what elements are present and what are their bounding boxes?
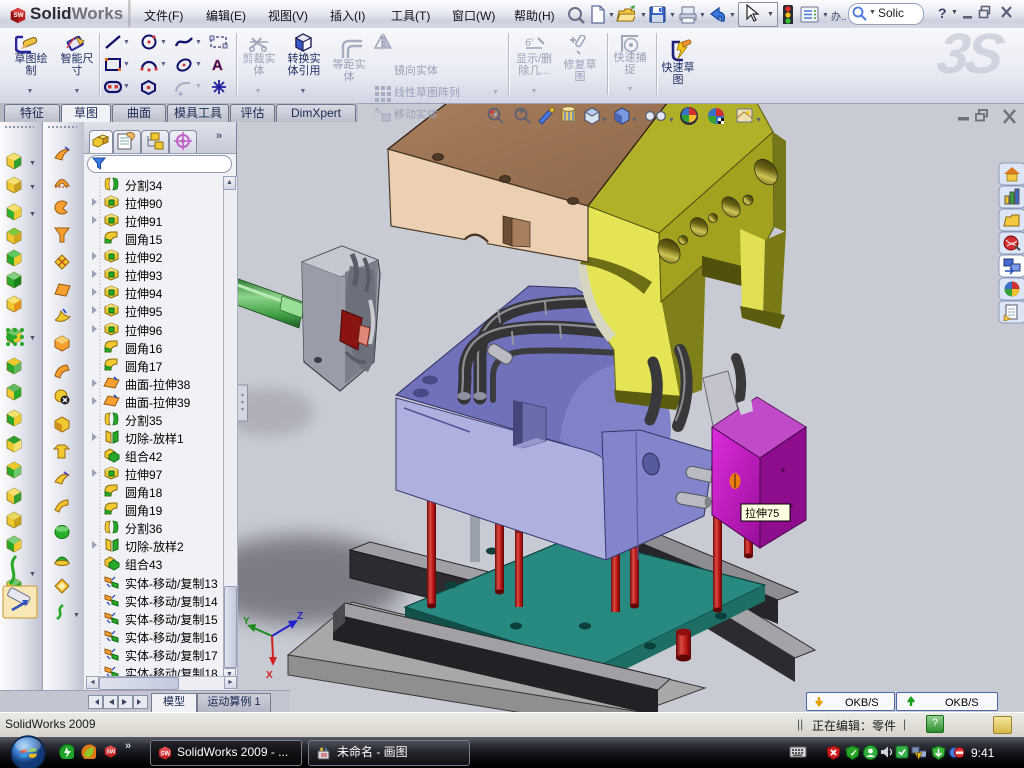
svg-text:SW: SW [106,750,116,756]
svg-text:▼: ▼ [668,117,675,124]
svg-text:▼: ▼ [29,211,36,218]
svg-text:▼: ▼ [29,335,36,342]
svg-text:▼: ▼ [73,612,80,619]
svg-text:▼: ▼ [631,117,638,124]
svg-text:A: A [212,57,223,73]
svg-text:▼: ▼ [755,117,762,124]
svg-text:OKB/S: OKB/S [945,697,979,709]
svg-text:OKB/S: OKB/S [845,697,879,709]
svg-text:▼: ▼ [29,160,36,167]
svg-text:SW: SW [14,12,24,19]
svg-text:▼: ▼ [29,184,36,191]
svg-text:▼: ▼ [601,117,608,124]
svg-text:拉伸75: 拉伸75 [745,506,779,520]
svg-text:✓: ✓ [850,748,858,758]
svg-text:Z: Z [297,611,303,622]
svg-text:!: ! [917,755,919,761]
svg-text:Y: Y [243,616,250,627]
svg-text:X: X [266,670,273,681]
svg-text:▼: ▼ [29,571,36,578]
svg-text:SW: SW [160,750,170,757]
